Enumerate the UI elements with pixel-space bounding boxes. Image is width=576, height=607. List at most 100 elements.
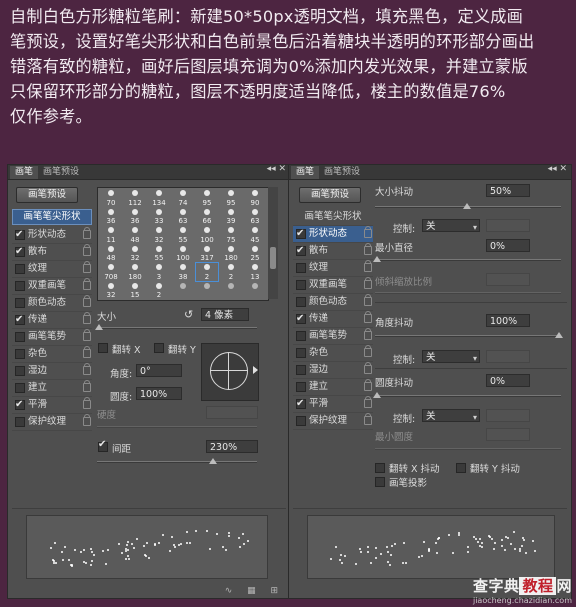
option-wet-edges[interactable]: 湿边	[293, 362, 373, 379]
brush-tip-cell[interactable]: 134	[148, 189, 170, 207]
option-transfer[interactable]: 传递	[12, 312, 92, 329]
lock-icon[interactable]	[83, 329, 91, 341]
size-jitter-field[interactable]: 50%	[486, 184, 530, 197]
collapse-icon[interactable]: ◂◂ ✕	[548, 164, 567, 174]
option-dual-brush[interactable]: 双重画笔	[12, 278, 92, 295]
checkbox[interactable]	[296, 396, 306, 412]
checkbox[interactable]	[15, 281, 25, 291]
checkbox[interactable]	[15, 332, 25, 342]
lock-icon[interactable]	[364, 226, 372, 238]
brush-tip-cell[interactable]: 100	[172, 245, 194, 262]
brush-tip-cell[interactable]: 75	[220, 226, 242, 244]
option-noise[interactable]: 杂色	[293, 345, 373, 362]
brush-tip-cell[interactable]: 2	[195, 262, 219, 282]
option-scattering[interactable]: 散布	[293, 243, 373, 260]
option-brush-pose[interactable]: 画笔笔势	[293, 328, 373, 345]
option-wet-edges[interactable]: 湿边	[12, 363, 92, 380]
lock-icon[interactable]	[364, 345, 372, 357]
brush-tip-cell[interactable]: 55	[148, 245, 170, 262]
brush-tip-cell[interactable]	[196, 282, 218, 300]
brush-tip-cell[interactable]	[220, 282, 242, 300]
brush-presets-button[interactable]: 画笔预设	[299, 187, 361, 203]
checkbox[interactable]	[296, 243, 306, 259]
size-field[interactable]: 4 像素	[201, 308, 249, 321]
option-texture[interactable]: 纹理	[293, 260, 373, 277]
brush-tip-cell[interactable]: 63	[244, 208, 266, 225]
brush-tip-cell[interactable]: 36	[100, 208, 122, 225]
lock-icon[interactable]	[364, 294, 372, 306]
option-transfer[interactable]: 传递	[293, 311, 373, 328]
min-diameter-slider[interactable]	[373, 256, 561, 262]
flip-x-jitter-checkbox[interactable]	[375, 463, 385, 473]
brush-tip-cell[interactable]: 39	[220, 208, 242, 225]
option-protect-texture[interactable]: 保护纹理	[12, 414, 92, 431]
option-build-up[interactable]: 建立	[12, 380, 92, 397]
brush-tip-cell[interactable]: 3	[148, 263, 170, 281]
spacing-field[interactable]: 230%	[206, 440, 258, 453]
brush-tip-cell[interactable]: 317	[196, 245, 218, 262]
min-diameter-field[interactable]: 0%	[486, 239, 530, 252]
lock-icon[interactable]	[83, 295, 91, 307]
option-color-dynamics[interactable]: 颜色动态	[12, 295, 92, 312]
brush-tip-cell[interactable]: 11	[100, 226, 122, 244]
lock-icon[interactable]	[364, 362, 372, 374]
brush-tip-cell[interactable]: 112	[124, 189, 146, 207]
lock-icon[interactable]	[83, 397, 91, 409]
lock-icon[interactable]	[364, 311, 372, 323]
checkbox[interactable]	[296, 416, 306, 426]
slider-knob[interactable]	[555, 332, 563, 338]
brush-tip-cell[interactable]: 48	[124, 226, 146, 244]
brush-tip-cell[interactable]: 708	[100, 263, 122, 281]
brush-tip-cell[interactable]: 48	[100, 245, 122, 262]
option-smoothing[interactable]: 平滑	[12, 397, 92, 414]
slider-knob[interactable]	[373, 256, 381, 262]
reset-size-icon[interactable]: ↺	[184, 308, 193, 321]
flip-y-jitter-checkbox[interactable]	[456, 463, 466, 473]
checkbox[interactable]	[15, 417, 25, 427]
lock-icon[interactable]	[83, 244, 91, 256]
brush-tip-cell[interactable]: 74	[172, 189, 194, 207]
collapse-icon[interactable]: ◂◂ ✕	[267, 164, 286, 174]
brush-tip-cell[interactable]: 100	[196, 226, 218, 244]
lock-icon[interactable]	[83, 346, 91, 358]
control-dropdown[interactable]: 关 ▾	[422, 409, 480, 422]
option-scattering[interactable]: 散布	[12, 244, 92, 261]
brush-tip-cell[interactable]: 66	[196, 208, 218, 225]
checkbox[interactable]	[15, 244, 25, 260]
brush-tip-cell[interactable]: 32	[148, 226, 170, 244]
angle-jitter-field[interactable]: 100%	[486, 314, 530, 327]
brush-tip-cell[interactable]: 32	[100, 282, 122, 299]
brush-tip-cell[interactable]: 33	[148, 208, 170, 225]
lock-icon[interactable]	[364, 396, 372, 408]
roundness-jitter-field[interactable]: 0%	[486, 374, 530, 387]
checkbox[interactable]	[296, 297, 306, 307]
brush-tip-cell[interactable]: 180	[220, 245, 242, 262]
checkbox[interactable]	[15, 298, 25, 308]
brush-tip-cell[interactable]: 90	[244, 189, 266, 207]
roundness-jitter-slider[interactable]	[373, 392, 561, 398]
size-jitter-slider[interactable]	[375, 203, 561, 209]
checkbox[interactable]	[15, 397, 25, 413]
brush-tip-cell[interactable]: 2	[148, 282, 170, 299]
checkbox[interactable]	[15, 312, 25, 328]
checkbox[interactable]	[15, 264, 25, 274]
lock-icon[interactable]	[83, 261, 91, 273]
option-shape-dynamics[interactable]: 形状动态	[12, 227, 92, 244]
brush-tip-cell[interactable]: 95	[220, 189, 242, 207]
roundness-field[interactable]: 100%	[136, 387, 182, 400]
option-texture[interactable]: 纹理	[12, 261, 92, 278]
brush-projection-checkbox[interactable]	[375, 477, 385, 487]
control-dropdown[interactable]: 关 ▾	[422, 350, 480, 363]
lock-icon[interactable]	[364, 277, 372, 289]
tab-brush[interactable]: 画笔	[10, 166, 39, 179]
dial-arrow-icon[interactable]	[253, 366, 258, 374]
brush-tip-cell[interactable]: 36	[124, 208, 146, 225]
brush-tip-cell[interactable]: 2	[220, 263, 242, 281]
angle-field[interactable]: 0°	[136, 364, 182, 377]
flip-y-checkbox[interactable]	[154, 343, 164, 353]
brush-tip-cell[interactable]: 38	[172, 263, 194, 281]
lock-icon[interactable]	[83, 312, 91, 324]
option-build-up[interactable]: 建立	[293, 379, 373, 396]
lock-icon[interactable]	[364, 243, 372, 255]
lock-icon[interactable]	[83, 363, 91, 375]
